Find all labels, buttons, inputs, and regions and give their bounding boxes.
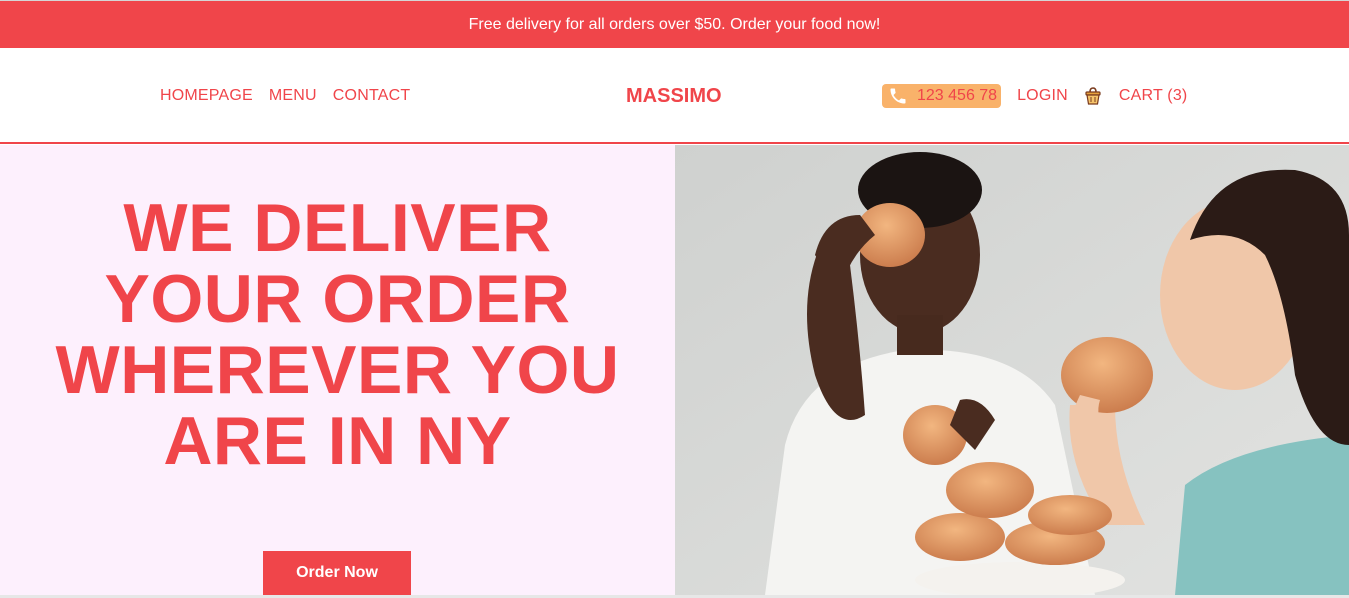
site-logo[interactable]: MASSIMO bbox=[626, 48, 722, 144]
hero-title-line: YOUR ORDER bbox=[104, 261, 571, 337]
phone-icon bbox=[887, 86, 909, 106]
phone-number: 123 456 78 bbox=[917, 87, 998, 104]
order-now-button[interactable]: Order Now bbox=[263, 551, 411, 595]
hero-section: WE DELIVER YOUR ORDER WHEREVER YOU ARE I… bbox=[0, 145, 675, 595]
promo-banner: Free delivery for all orders over $50. O… bbox=[0, 0, 1349, 48]
nav-link-contact[interactable]: CONTACT bbox=[333, 87, 411, 105]
phone-number-button[interactable]: 123 456 78 bbox=[882, 84, 1002, 108]
hero-title-line: WHEREVER YOU bbox=[55, 332, 620, 408]
navbar: HOMEPAGE MENU CONTACT MASSIMO 123 456 78… bbox=[0, 48, 1349, 144]
hero-title-line: WE DELIVER bbox=[123, 190, 552, 266]
main-nav: HOMEPAGE MENU CONTACT bbox=[160, 48, 410, 144]
nav-actions: 123 456 78 LOGIN CART (3) bbox=[882, 48, 1187, 144]
promo-text: Free delivery for all orders over $50. O… bbox=[468, 15, 881, 33]
hero-photo bbox=[675, 145, 1349, 595]
cart-link[interactable]: CART (3) bbox=[1119, 87, 1188, 105]
nav-link-menu[interactable]: MENU bbox=[269, 87, 317, 105]
hero-title-line: ARE IN NY bbox=[163, 403, 512, 479]
login-link[interactable]: LOGIN bbox=[1017, 87, 1068, 105]
nav-link-homepage[interactable]: HOMEPAGE bbox=[160, 87, 253, 105]
cart-basket-icon[interactable] bbox=[1083, 86, 1103, 106]
hero-title: WE DELIVER YOUR ORDER WHEREVER YOU ARE I… bbox=[0, 193, 675, 477]
